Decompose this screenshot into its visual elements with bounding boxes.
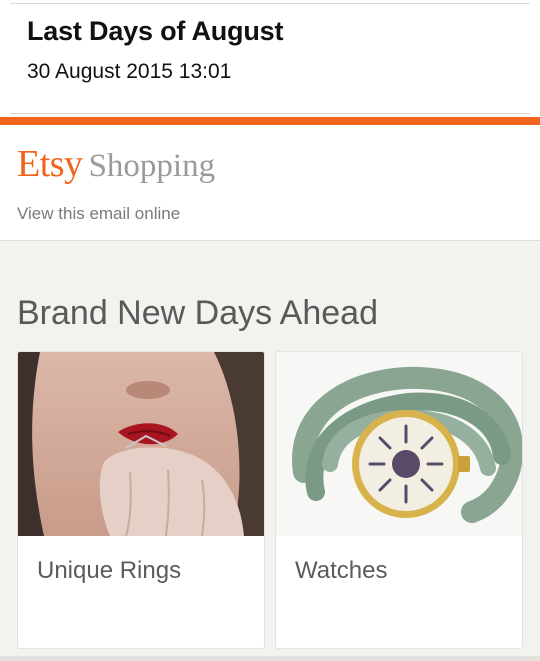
card-label-watches[interactable]: Watches bbox=[295, 557, 387, 585]
product-card-rings[interactable]: Unique Rings bbox=[17, 351, 265, 649]
top-divider bbox=[10, 3, 530, 4]
header-divider bbox=[10, 113, 530, 114]
brand-accent-bar bbox=[0, 117, 540, 125]
brand-etsy-text: Etsy bbox=[17, 143, 83, 185]
card-label-unique-rings[interactable]: Unique Rings bbox=[37, 557, 181, 585]
product-card-watches[interactable]: Watches bbox=[275, 351, 523, 649]
ring-photo[interactable] bbox=[18, 352, 264, 536]
email-date: 30 August 2015 13:01 bbox=[27, 60, 232, 83]
view-online-link[interactable]: View this email online bbox=[17, 204, 180, 224]
etsy-shopping-logo[interactable]: Etsy Shopping bbox=[17, 142, 215, 190]
bottom-strip bbox=[0, 656, 540, 661]
wrap-watch-photo[interactable] bbox=[276, 352, 522, 536]
email-content: Brand New Days Ahead Unique Rings Watche… bbox=[0, 240, 540, 661]
brand-shopping-text: Shopping bbox=[88, 148, 216, 184]
section-title: Brand New Days Ahead bbox=[17, 294, 378, 332]
email-subject: Last Days of August bbox=[27, 16, 284, 46]
